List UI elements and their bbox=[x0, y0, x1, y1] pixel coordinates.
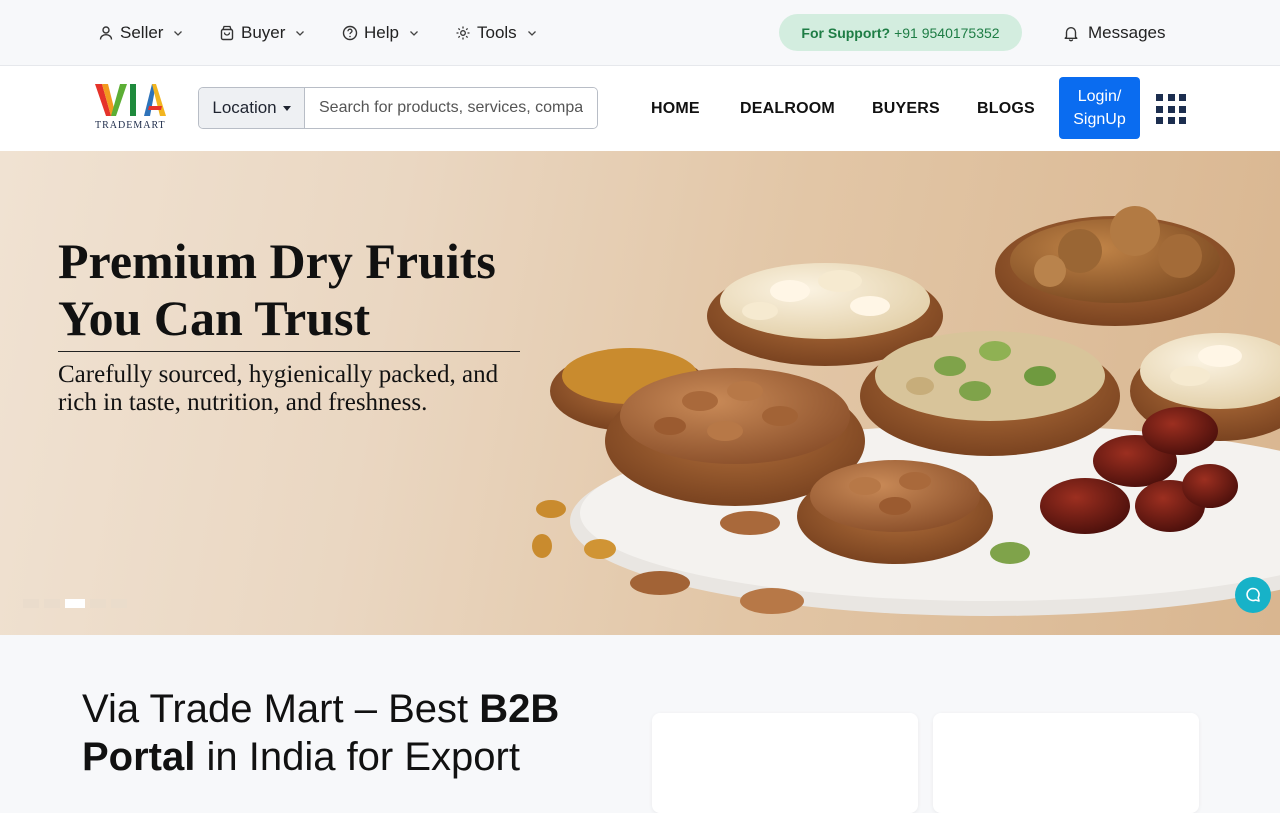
login-signup-button[interactable]: Login/ SignUp bbox=[1059, 77, 1140, 139]
carousel-dot-active[interactable] bbox=[65, 599, 85, 608]
hero-title: Premium Dry Fruits You Can Trust bbox=[58, 233, 578, 347]
main-navbar: TRADEMART Location HOME DEALROOM BUYERS … bbox=[0, 66, 1280, 151]
messages-link[interactable]: Messages bbox=[1062, 0, 1165, 66]
tools-menu[interactable]: Tools bbox=[455, 0, 537, 66]
carousel-indicators bbox=[23, 599, 127, 608]
chevron-down-icon bbox=[296, 31, 305, 36]
about-section: Via Trade Mart – Best B2B Portal in Indi… bbox=[0, 635, 1280, 813]
seller-menu-label: Seller bbox=[120, 23, 164, 42]
apps-grid-icon[interactable] bbox=[1156, 94, 1186, 124]
carousel-dot[interactable] bbox=[44, 599, 60, 608]
buyer-menu-label: Buyer bbox=[241, 23, 286, 42]
messages-label: Messages bbox=[1088, 23, 1166, 42]
login-label: Login/ bbox=[1077, 88, 1122, 105]
nav-blogs[interactable]: BLOGS bbox=[977, 66, 1035, 151]
support-label: For Support? bbox=[801, 24, 891, 41]
buyer-menu[interactable]: Buyer bbox=[219, 0, 305, 66]
seller-menu[interactable]: Seller bbox=[98, 0, 183, 66]
gear-icon bbox=[456, 26, 470, 40]
hero-banner: Premium Dry Fruits You Can Trust Careful… bbox=[0, 151, 1280, 635]
hero-subtitle-line2: rich in taste, nutrition, and freshness. bbox=[58, 389, 428, 416]
nav-buyers[interactable]: BUYERS bbox=[872, 66, 940, 151]
help-menu[interactable]: Help bbox=[342, 0, 419, 66]
chat-bubble-icon bbox=[1246, 587, 1260, 602]
chat-button[interactable] bbox=[1235, 577, 1271, 613]
bell-icon bbox=[1064, 27, 1078, 42]
hero-subtitle-line1: Carefully sourced, hygienically packed, … bbox=[58, 361, 499, 388]
about-heading-bold2: Portal bbox=[82, 735, 196, 779]
nav-home[interactable]: HOME bbox=[651, 66, 700, 151]
stat-card bbox=[933, 713, 1199, 813]
location-label: Location bbox=[212, 98, 277, 117]
hero-title-line2: You Can Trust bbox=[58, 290, 371, 346]
chevron-down-icon bbox=[527, 31, 536, 36]
about-heading-part1: Via Trade Mart – Best bbox=[82, 687, 480, 731]
stat-card bbox=[652, 713, 918, 813]
about-heading-part2: in India for Export bbox=[195, 735, 520, 779]
via-trademart-logo[interactable]: TRADEMART bbox=[94, 82, 172, 132]
help-menu-label: Help bbox=[364, 23, 399, 42]
carousel-dot[interactable] bbox=[111, 599, 127, 608]
help-icon bbox=[342, 25, 358, 41]
carousel-dot[interactable] bbox=[23, 599, 39, 608]
about-heading: Via Trade Mart – Best B2B Portal in Indi… bbox=[82, 685, 642, 781]
support-phone-badge[interactable]: For Support? +91 9540175352 bbox=[779, 14, 1022, 51]
search-bar: Location bbox=[198, 87, 598, 129]
top-utility-bar: Seller Buyer Help Tools For Support? +91… bbox=[0, 0, 1280, 66]
signup-label: SignUp bbox=[1073, 111, 1126, 128]
bag-icon bbox=[220, 25, 234, 41]
caret-down-icon bbox=[282, 105, 291, 111]
hero-divider bbox=[58, 351, 520, 352]
support-phone: +91 9540175352 bbox=[894, 24, 1000, 41]
carousel-dot[interactable] bbox=[90, 599, 106, 608]
dry-fruits-bowls-image bbox=[532, 206, 1280, 616]
tools-menu-label: Tools bbox=[477, 23, 517, 42]
about-heading-bold1: B2B bbox=[479, 687, 560, 731]
chevron-down-icon bbox=[174, 31, 183, 36]
hero-title-line1: Premium Dry Fruits bbox=[58, 233, 496, 289]
location-dropdown[interactable]: Location bbox=[199, 88, 305, 128]
logo-mark-icon bbox=[95, 84, 166, 116]
logo-subtext: TRADEMART bbox=[95, 120, 166, 131]
user-icon bbox=[99, 26, 113, 40]
hero-subtitle: Carefully sourced, hygienically packed, … bbox=[58, 361, 558, 417]
nav-dealroom[interactable]: DEALROOM bbox=[740, 66, 835, 151]
search-input[interactable] bbox=[305, 88, 597, 128]
chevron-down-icon bbox=[410, 31, 418, 36]
